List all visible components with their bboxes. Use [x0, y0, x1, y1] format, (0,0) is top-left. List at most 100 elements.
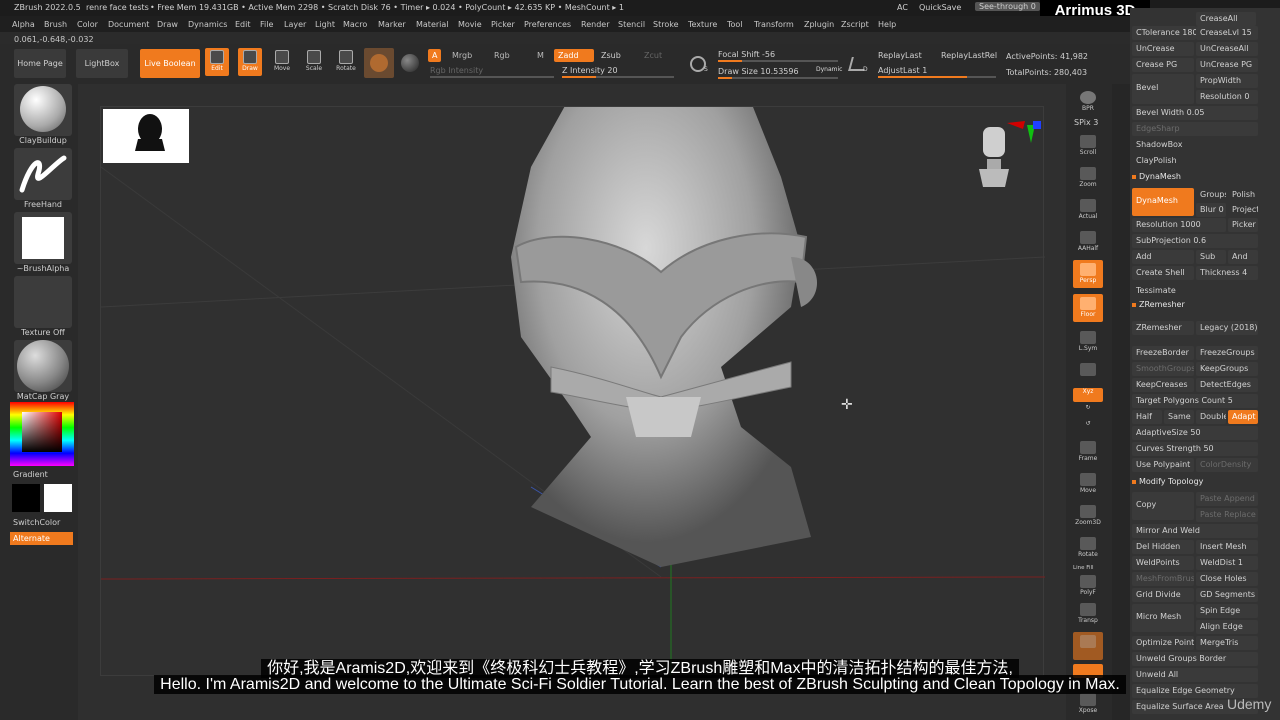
smoothgroups-slider[interactable]: SmoothGroups [1132, 362, 1194, 376]
meshfrombrush-button[interactable]: MeshFromBrush [1132, 572, 1194, 586]
micro-mesh-button[interactable]: Micro Mesh [1132, 604, 1194, 632]
paste-append-button[interactable]: Paste Append [1196, 492, 1258, 506]
mergetris-button[interactable]: MergeTris [1196, 636, 1258, 650]
gd-segments-slider[interactable]: GD Segments 3 [1196, 588, 1258, 602]
menu-draw[interactable]: Draw [157, 20, 178, 29]
uncrease-pg-button[interactable]: UnCrease PG [1196, 58, 1258, 72]
alpha-selector[interactable] [14, 212, 72, 264]
reference-thumbnail[interactable] [103, 109, 189, 163]
adjust-last-slider[interactable]: AdjustLast 1 [878, 66, 927, 75]
brush-selector[interactable] [14, 84, 72, 136]
menu-texture[interactable]: Texture [688, 20, 717, 29]
paste-replace-button[interactable]: Paste Replace [1196, 508, 1258, 522]
bevel-resolution-slider[interactable]: Resolution 0 [1196, 90, 1258, 104]
tessimate-button[interactable]: Tessimate [1132, 284, 1258, 298]
menu-help[interactable]: Help [878, 20, 896, 29]
move-button[interactable]: Move [270, 48, 294, 76]
draw-size-track[interactable] [718, 77, 838, 79]
dynamic-toggle[interactable]: Dynamic [816, 66, 842, 73]
rotate-axis-z-icon[interactable]: ↺ [1073, 420, 1103, 434]
mirror-and-weld-button[interactable]: Mirror And Weld [1132, 524, 1258, 538]
menu-preferences[interactable]: Preferences [524, 20, 571, 29]
rgb-toggle[interactable]: Rgb [490, 49, 514, 62]
scale-button[interactable]: Scale [302, 48, 326, 76]
curves-strength-slider[interactable]: Curves Strength 50 [1132, 442, 1258, 456]
thickness-slider[interactable]: Thickness 4 [1196, 266, 1258, 280]
adjust-last-track[interactable] [878, 76, 996, 78]
same-button[interactable]: Same [1164, 410, 1194, 424]
z-intensity-slider[interactable]: Z Intensity 20 [562, 66, 618, 75]
use-polypaint-toggle[interactable]: Use Polypaint [1132, 458, 1194, 472]
menu-alpha[interactable]: Alpha [12, 20, 35, 29]
menu-zscript[interactable]: Zscript [841, 20, 869, 29]
persp-button[interactable]: Persp [1073, 260, 1103, 288]
menu-dynamics[interactable]: Dynamics [188, 20, 227, 29]
uncrease-all-button[interactable]: UnCreaseAll [1196, 42, 1258, 56]
color-picker[interactable] [10, 402, 74, 466]
aahalf-button[interactable]: AAHalf [1073, 228, 1103, 256]
frame-button[interactable]: Frame [1073, 438, 1103, 466]
draw-size-slider[interactable]: Draw Size 10.53596 [718, 67, 799, 76]
welddist-slider[interactable]: WeldDist 1 [1196, 556, 1258, 570]
zcut-toggle[interactable]: Zcut [640, 49, 666, 62]
focal-shift-track[interactable] [718, 60, 838, 62]
navigation-head-gizmo[interactable] [979, 121, 1041, 191]
optimize-points-button[interactable]: Optimize Points [1132, 636, 1194, 650]
alternate-button[interactable]: Alternate [10, 532, 73, 545]
half-button[interactable]: Half [1132, 410, 1162, 424]
edit-button[interactable]: Edit [205, 48, 229, 76]
secondary-color-swatch[interactable] [12, 484, 40, 512]
dynamesh-section-header[interactable]: DynaMesh [1132, 172, 1181, 181]
grid-divide-button[interactable]: Grid Divide [1132, 588, 1194, 602]
zsub-toggle[interactable]: Zsub [597, 49, 625, 62]
menu-material[interactable]: Material [416, 20, 449, 29]
quicksave-button[interactable]: QuickSave [919, 3, 961, 12]
bpr-button[interactable]: BPR [1073, 88, 1103, 116]
create-shell-button[interactable]: Create Shell [1132, 266, 1194, 280]
menu-zplugin[interactable]: Zplugin [804, 20, 834, 29]
xyz-button[interactable]: Xyz [1073, 388, 1103, 402]
zoom-button[interactable]: Zoom [1073, 164, 1103, 192]
edgesharp-slider[interactable]: EdgeSharp [1132, 122, 1258, 136]
and-button[interactable]: And [1228, 250, 1258, 264]
replay-last-button[interactable]: ReplayLast [878, 51, 922, 60]
rotate-view-button[interactable]: Rotate [1073, 534, 1103, 562]
blur-slider[interactable]: Blur 0 [1196, 203, 1226, 217]
dynamesh-button[interactable]: DynaMesh [1132, 188, 1194, 216]
menu-file[interactable]: File [260, 20, 273, 29]
mrgb-toggle[interactable]: Mrgb [448, 49, 476, 62]
menu-marker[interactable]: Marker [378, 20, 406, 29]
stroke-selector[interactable] [14, 148, 72, 200]
primary-color-swatch[interactable] [44, 484, 72, 512]
spix-slider[interactable]: SPix 3 [1074, 118, 1098, 127]
claypolish-button[interactable]: ClayPolish [1132, 154, 1258, 168]
menu-render[interactable]: Render [581, 20, 609, 29]
menu-edit[interactable]: Edit [235, 20, 251, 29]
material-swatch-button[interactable] [364, 48, 394, 78]
head-sculpt[interactable] [511, 107, 818, 567]
keepcreases-toggle[interactable]: KeepCreases [1132, 378, 1194, 392]
crease-all-button[interactable]: CreaseAll [1196, 12, 1256, 26]
viewport[interactable]: ✛ [78, 84, 1066, 720]
keepgroups-toggle[interactable]: KeepGroups [1196, 362, 1258, 376]
add-button[interactable]: Add [1132, 250, 1194, 264]
texture-selector[interactable] [14, 276, 72, 328]
live-boolean-button[interactable]: Live Boolean [140, 49, 200, 78]
groups-toggle[interactable]: Groups [1196, 188, 1226, 202]
actual-button[interactable]: Actual [1073, 196, 1103, 224]
menu-macro[interactable]: Macro [343, 20, 367, 29]
menu-light[interactable]: Light [315, 20, 335, 29]
transp-button[interactable]: Transp [1073, 600, 1103, 628]
crease-pg-button[interactable]: Crease PG [1132, 58, 1194, 72]
rotate-axis-y-icon[interactable]: ↻ [1073, 404, 1103, 418]
menu-brush[interactable]: Brush [44, 20, 67, 29]
zremesher-button[interactable]: ZRemesher [1132, 321, 1194, 335]
zadd-toggle[interactable]: Zadd [554, 49, 594, 62]
ac-button[interactable]: AC [897, 3, 908, 12]
double-button[interactable]: Double [1196, 410, 1226, 424]
project-toggle[interactable]: Project [1228, 203, 1258, 217]
spin-edge-button[interactable]: Spin Edge [1196, 604, 1258, 618]
floor-button[interactable]: Floor [1073, 294, 1103, 322]
adapt-button[interactable]: Adapt [1228, 410, 1258, 424]
xpose-button[interactable]: Xpose [1073, 690, 1103, 718]
